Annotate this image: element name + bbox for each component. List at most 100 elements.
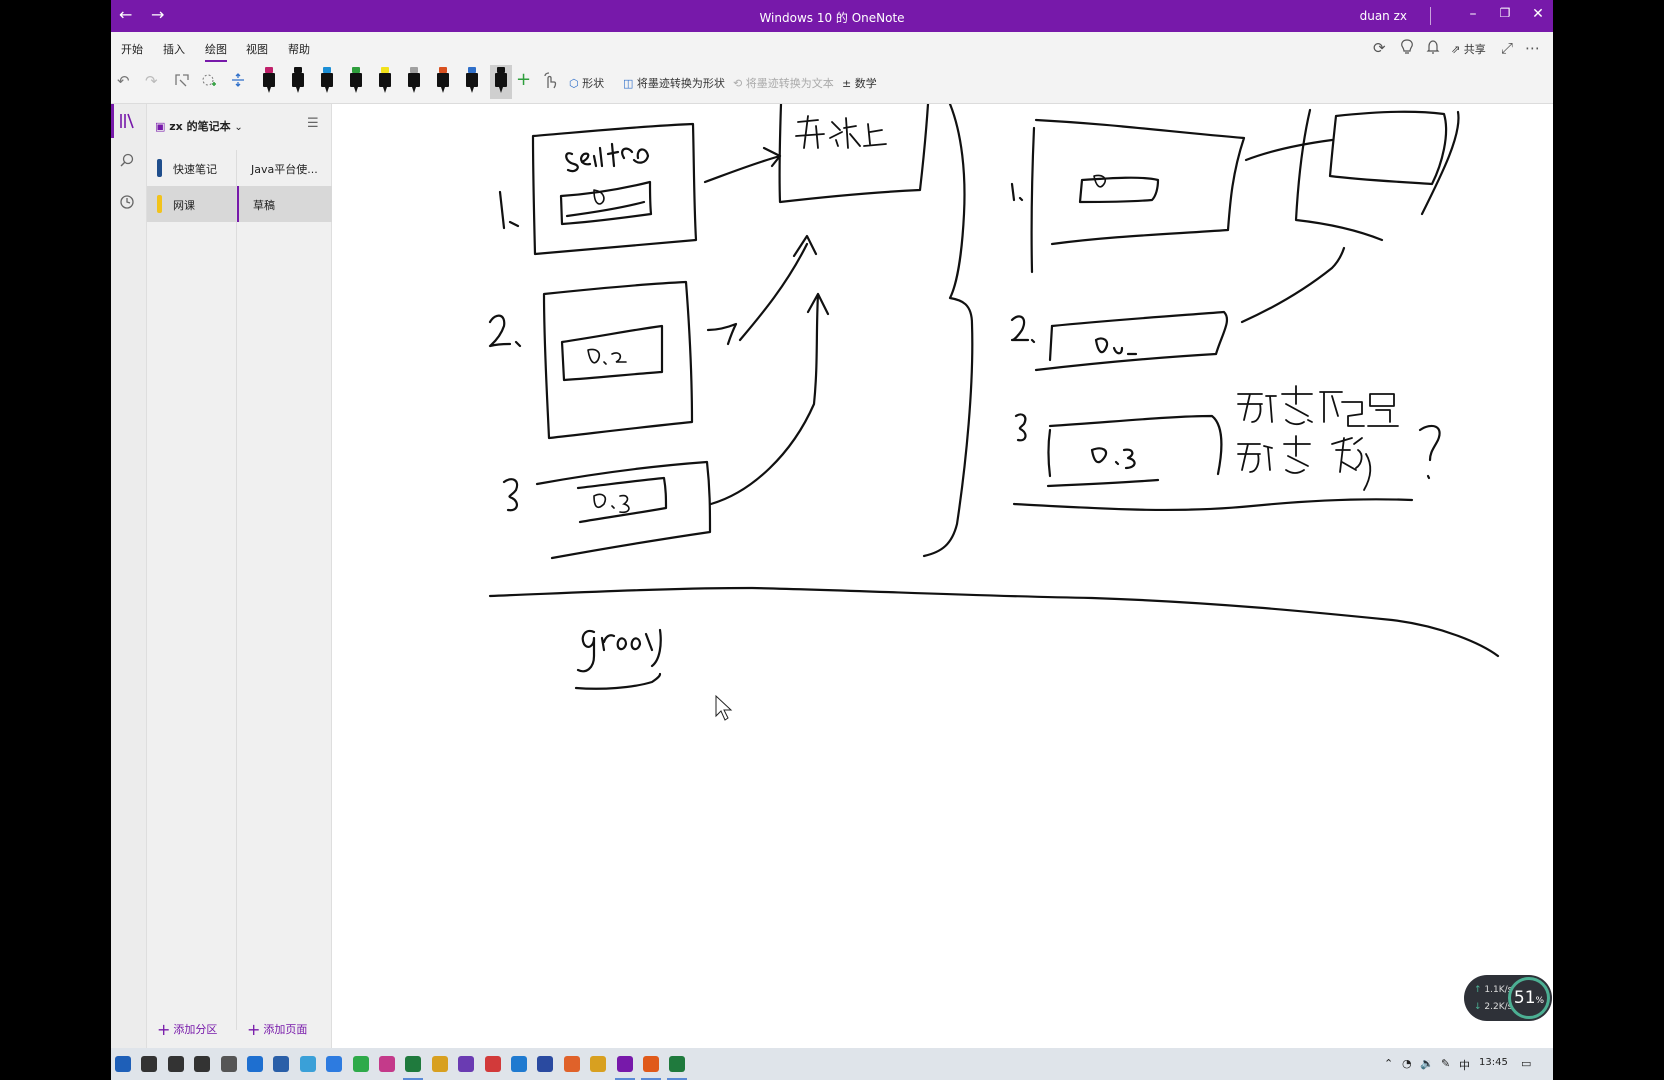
- pen-3[interactable]: [316, 65, 338, 99]
- notification-icon[interactable]: ▭: [1521, 1057, 1531, 1070]
- firefox-icon[interactable]: [563, 1056, 580, 1072]
- redo-icon[interactable]: ↷: [145, 72, 158, 90]
- shapes-button[interactable]: ⬡ 形状: [569, 75, 604, 91]
- page-canvas[interactable]: [332, 104, 1553, 1048]
- excel-2-icon[interactable]: [667, 1056, 688, 1080]
- search-icon[interactable]: [119, 152, 135, 172]
- task-view-icon[interactable]: [194, 1056, 211, 1072]
- wifi-icon[interactable]: ◔: [1402, 1057, 1412, 1070]
- minimize-icon[interactable]: –: [1463, 6, 1483, 22]
- pen-5[interactable]: [374, 65, 396, 99]
- lasso-select-icon[interactable]: [174, 72, 190, 92]
- more-icon[interactable]: ⋯: [1525, 39, 1540, 57]
- volume-icon[interactable]: 🔉: [1420, 1057, 1434, 1070]
- ink-box-labels: [587, 174, 1107, 514]
- tab-home[interactable]: 开始: [121, 41, 143, 57]
- share-button[interactable]: ⇗ 共享: [1451, 41, 1486, 57]
- ink-to-shape-button[interactable]: ◫ 将墨迹转换为形状: [623, 75, 725, 91]
- add-pen-icon[interactable]: +: [516, 69, 531, 90]
- app-icon[interactable]: [299, 1056, 316, 1072]
- todo-icon[interactable]: [326, 1056, 343, 1072]
- ink-dynamic-config: [1237, 385, 1399, 427]
- page-item-draft[interactable]: 草稿: [237, 186, 332, 222]
- math-button[interactable]: ± 数学: [842, 75, 877, 91]
- download-speed: ↓ 2.2K/s: [1474, 1002, 1513, 1012]
- app-navy-icon[interactable]: [537, 1056, 554, 1072]
- notebooks-icon[interactable]: [119, 112, 135, 134]
- recent-clock-icon[interactable]: [119, 194, 135, 214]
- clock[interactable]: 13:45: [1479, 1057, 1508, 1068]
- network-speed-widget[interactable]: ↑ 1.1K/s ↓ 2.2K/s 51%: [1464, 975, 1552, 1021]
- search-icon[interactable]: [141, 1056, 158, 1072]
- restore-icon[interactable]: ❐: [1495, 6, 1515, 20]
- ink-right-d1: [1078, 176, 1160, 204]
- add-page-label: 添加页面: [263, 1023, 308, 1036]
- windows-start-icon[interactable]: [115, 1056, 131, 1072]
- pen-2[interactable]: [287, 65, 309, 99]
- window-title: Windows 10 的 OneNote: [759, 11, 905, 25]
- close-icon[interactable]: ✕: [1528, 6, 1548, 22]
- paint-icon[interactable]: [379, 1056, 395, 1072]
- add-page-button[interactable]: + 添加页面: [247, 1018, 308, 1039]
- undo-icon[interactable]: ↶: [117, 72, 130, 90]
- rail-active-indicator: [111, 104, 114, 138]
- ink-to-text-icon: ⟲: [733, 77, 743, 90]
- pen-4[interactable]: [345, 65, 367, 99]
- excel-icon[interactable]: [403, 1056, 424, 1080]
- add-section-label: 添加分区: [173, 1023, 218, 1036]
- app-orange-icon[interactable]: [641, 1056, 661, 1080]
- plus-icon: +: [157, 1020, 171, 1039]
- fullscreen-icon[interactable]: ⤢: [1501, 39, 1513, 57]
- section-item-quick-notes[interactable]: 快速笔记: [147, 150, 236, 186]
- ink-right-connector-2: [1240, 246, 1346, 324]
- app-red-icon[interactable]: [484, 1056, 501, 1072]
- tab-insert[interactable]: 插入: [163, 41, 185, 57]
- page-item-java-platform[interactable]: Java平台使...: [237, 150, 332, 186]
- tab-draw[interactable]: 绘图: [205, 41, 227, 63]
- section-item-online-course[interactable]: 网课: [147, 186, 236, 222]
- visual-studio-icon[interactable]: [458, 1056, 475, 1072]
- ink-right-d2: [1094, 337, 1138, 356]
- sort-icon[interactable]: ☰: [307, 116, 319, 131]
- store-icon[interactable]: [273, 1056, 290, 1072]
- ink-to-text-label: 将墨迹转换为文本: [745, 77, 834, 90]
- cortana-icon[interactable]: [167, 1056, 184, 1072]
- insert-space-icon[interactable]: [230, 72, 246, 92]
- pen-9[interactable]: [490, 65, 512, 99]
- ink-replay-icon[interactable]: [542, 72, 558, 94]
- user-name[interactable]: duan zx: [1360, 9, 1407, 23]
- ink-service-word: [565, 142, 650, 173]
- bell-icon[interactable]: [1426, 39, 1440, 59]
- ink-number-3: [502, 478, 519, 512]
- app-blue-icon[interactable]: [511, 1056, 527, 1072]
- ink-box-upper: [778, 104, 930, 204]
- pen-6[interactable]: [403, 65, 425, 99]
- draw-toolbar: ↶ ↷ + ⬡ 形状 ◫ 将墨迹转换为形状 ⟲ 将墨迹转换为文本 ± 数学: [111, 62, 1553, 104]
- onenote-icon[interactable]: [614, 1056, 635, 1080]
- calculator-icon[interactable]: [220, 1056, 237, 1072]
- tab-view[interactable]: 视图: [246, 41, 268, 57]
- ink-to-text-button[interactable]: ⟲ 将墨迹转换为文本: [733, 75, 834, 91]
- ink-divider-line: [488, 586, 1500, 658]
- pen-workspace-icon[interactable]: ✎: [1441, 1057, 1450, 1070]
- ime-indicator[interactable]: 中: [1459, 1057, 1470, 1073]
- mail-icon[interactable]: [247, 1056, 263, 1072]
- chrome-icon[interactable]: [590, 1056, 607, 1072]
- chevron-up-icon[interactable]: ⌃: [1384, 1057, 1393, 1070]
- add-section-button[interactable]: + 添加分区: [157, 1018, 218, 1039]
- notebook-selector[interactable]: ▣ zx 的笔记本 ⌄: [155, 118, 243, 134]
- evernote-icon[interactable]: [352, 1056, 369, 1072]
- ink-right-line-1: [1030, 126, 1036, 274]
- tab-help[interactable]: 帮助: [288, 41, 310, 57]
- sections-list: 快速笔记 网课: [147, 150, 237, 1030]
- pen-7[interactable]: [432, 65, 454, 99]
- add-space-icon[interactable]: [201, 72, 217, 92]
- sync-icon[interactable]: ⟳: [1373, 39, 1386, 57]
- files-icon[interactable]: [431, 1056, 448, 1072]
- page-label: 草稿: [253, 199, 275, 212]
- pen-1[interactable]: [258, 65, 280, 99]
- lightbulb-icon[interactable]: [1400, 39, 1414, 59]
- ink-bottom-line-right: [1012, 498, 1414, 512]
- pen-8[interactable]: [461, 65, 483, 99]
- ink-line-d1: [565, 200, 646, 218]
